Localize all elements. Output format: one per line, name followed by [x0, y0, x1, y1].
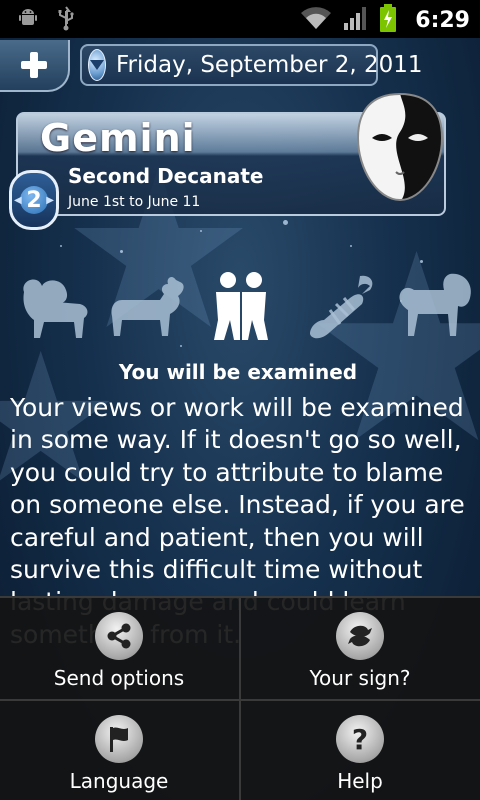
- language-button[interactable]: Language: [0, 701, 238, 800]
- android-debug-icon: [16, 6, 40, 36]
- chevron-right-icon: ▶: [46, 195, 54, 206]
- menu-item-label: Language: [69, 769, 169, 793]
- options-menu: Send options Your sign? Language ? Help: [0, 596, 480, 800]
- star-dot: [200, 230, 202, 232]
- send-options-button[interactable]: Send options: [0, 598, 238, 698]
- svg-text:?: ?: [352, 724, 368, 754]
- decanate-title: Second Decanate: [68, 164, 264, 188]
- menu-item-label: Send options: [53, 666, 185, 690]
- sign-name: Gemini: [40, 116, 196, 160]
- star-dot: [120, 250, 123, 253]
- cancer-icon[interactable]: [300, 270, 380, 344]
- gemini-icon[interactable]: [206, 270, 276, 344]
- share-icon: [95, 612, 143, 660]
- zodiac-selector: [0, 270, 480, 350]
- question-icon: ?: [336, 715, 384, 763]
- menu-item-label: Help: [337, 769, 383, 793]
- wifi-icon: [299, 5, 333, 35]
- star-dot: [283, 220, 288, 225]
- battery-charging-icon: [379, 4, 397, 36]
- your-sign-button[interactable]: Your sign?: [241, 598, 479, 698]
- horoscope-screen: ★ ★ ★ 6:29 Friday, September 2, 2011 Gem…: [0, 0, 480, 800]
- chevron-left-icon: ◀: [14, 195, 22, 206]
- usb-icon: [56, 6, 76, 36]
- yin-yang-mask-icon: [356, 92, 444, 202]
- date-label: Friday, September 2, 2011: [116, 52, 423, 78]
- menu-item-label: Your sign?: [309, 666, 411, 690]
- star-dot: [350, 245, 352, 247]
- decanate-dates: June 1st to June 11: [68, 194, 201, 210]
- add-sign-button[interactable]: [0, 40, 70, 92]
- decanate-number: 2: [20, 186, 48, 214]
- decanate-selector-button[interactable]: ◀ 2 ▶: [9, 170, 59, 230]
- chevron-down-icon: [88, 49, 106, 81]
- signal-icon: [343, 5, 369, 35]
- status-bar: 6:29: [0, 0, 480, 38]
- star-dot: [60, 245, 62, 247]
- date-selector[interactable]: Friday, September 2, 2011: [80, 44, 423, 86]
- leo-icon[interactable]: [392, 270, 476, 342]
- horoscope-title: You will be examined: [118, 360, 358, 384]
- pisces-icon: [336, 612, 384, 660]
- star-dot: [420, 260, 423, 263]
- status-clock: 6:29: [415, 7, 470, 33]
- plus-icon: [21, 52, 47, 78]
- aries-icon[interactable]: [10, 270, 92, 342]
- help-button[interactable]: ? Help: [241, 701, 479, 800]
- flag-icon: [95, 715, 143, 763]
- taurus-icon[interactable]: [106, 270, 190, 342]
